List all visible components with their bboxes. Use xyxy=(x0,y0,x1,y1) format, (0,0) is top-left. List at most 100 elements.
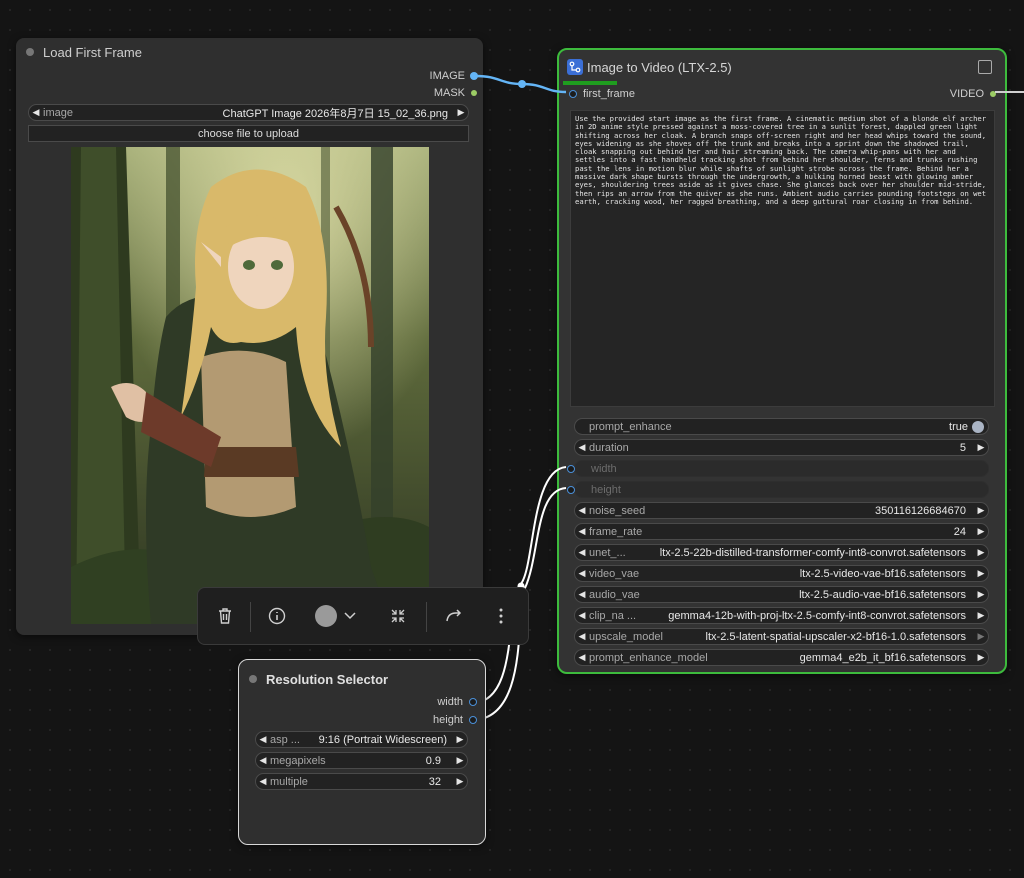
info-icon xyxy=(268,607,286,625)
multiple-stepper[interactable]: ◀ multiple 32 ▶ xyxy=(255,773,468,790)
megapixels-stepper[interactable]: ◀ megapixels 0.9 ▶ xyxy=(255,752,468,769)
widget-label: upscale_model xyxy=(589,630,663,643)
subgraph-icon xyxy=(567,59,583,75)
widget-value: 9:16 (Portrait Widescreen) xyxy=(318,733,447,746)
bypass-button[interactable] xyxy=(441,602,467,630)
arrow-right-icon[interactable]: ▶ xyxy=(454,107,468,118)
arrow-right-icon[interactable]: ▶ xyxy=(974,547,988,558)
output-label: height xyxy=(433,714,463,726)
expand-icon[interactable] xyxy=(978,60,992,74)
elf-archer-image xyxy=(71,147,429,624)
prompt-textarea[interactable]: Use the provided start image as the firs… xyxy=(570,110,995,407)
width-wire xyxy=(471,466,567,704)
arrow-left-icon[interactable]: ◀ xyxy=(575,589,589,600)
node-title: Load First Frame xyxy=(43,44,142,60)
arrow-left-icon[interactable]: ◀ xyxy=(575,526,589,537)
arrow-right-icon[interactable]: ▶ xyxy=(974,442,988,453)
duration-stepper[interactable]: ◀ duration 5 ▶ xyxy=(574,439,989,456)
color-picker-button[interactable] xyxy=(310,602,362,630)
more-options-button[interactable] xyxy=(488,602,514,630)
collapse-dot-icon[interactable] xyxy=(249,675,257,683)
output-slot-icon[interactable] xyxy=(469,698,477,706)
input-slot-icon[interactable] xyxy=(567,486,575,494)
arrow-right-icon[interactable]: ▶ xyxy=(974,526,988,537)
noise-seed-stepper[interactable]: ◀ noise_seed 350116126684670 ▶ xyxy=(574,502,989,519)
output-height[interactable]: height xyxy=(433,714,477,726)
info-button[interactable] xyxy=(264,602,290,630)
arrow-right-icon[interactable]: ▶ xyxy=(974,505,988,516)
input-slot-icon[interactable] xyxy=(569,90,577,98)
arrow-left-icon[interactable]: ◀ xyxy=(575,631,589,642)
arrow-left-icon[interactable]: ◀ xyxy=(575,610,589,621)
widget-label: clip_na ... xyxy=(589,609,637,622)
widget-label: unet_... xyxy=(589,546,626,559)
arrow-right-icon[interactable]: ▶ xyxy=(974,610,988,621)
prompt-enhance-toggle[interactable]: prompt_enhance true xyxy=(574,418,989,435)
image-to-video-node[interactable]: Image to Video (LTX-2.5) first_frame VID… xyxy=(557,48,1007,674)
arrow-left-icon[interactable]: ◀ xyxy=(575,568,589,579)
load-first-frame-node[interactable]: Load First Frame IMAGE MASK ◀ image Chat… xyxy=(16,38,483,635)
output-image[interactable]: IMAGE xyxy=(430,70,477,82)
output-width[interactable]: width xyxy=(437,696,477,708)
widget-label: megapixels xyxy=(270,754,326,767)
output-label: MASK xyxy=(433,87,465,99)
node-header[interactable]: Resolution Selector xyxy=(239,660,485,692)
collapse-button[interactable] xyxy=(385,602,411,630)
image-combo[interactable]: ◀ image ChatGPT Image 2026年8月7日 15_02_36… xyxy=(28,104,469,121)
prompt-enhance-model-combo[interactable]: ◀ prompt_enhance_model gemma4_e2b_it_bf1… xyxy=(574,649,989,666)
arrow-left-icon[interactable]: ◀ xyxy=(256,734,270,745)
delete-button[interactable] xyxy=(212,602,238,630)
arrow-left-icon[interactable]: ◀ xyxy=(575,652,589,663)
collapse-dot-icon[interactable] xyxy=(26,48,34,56)
resolution-selector-node[interactable]: Resolution Selector width height ◀ asp .… xyxy=(238,659,486,845)
widget-value: 32 xyxy=(428,775,441,788)
node-header[interactable]: Image to Video (LTX-2.5) xyxy=(567,59,732,75)
output-mask[interactable]: MASK xyxy=(434,87,477,99)
output-slot-icon[interactable] xyxy=(469,716,477,724)
clip-combo[interactable]: ◀ clip_na ... gemma4-12b-with-proj-ltx-2… xyxy=(574,607,989,624)
upscale-model-combo[interactable]: ◀ upscale_model ltx-2.5-latent-spatial-u… xyxy=(574,628,989,645)
output-slot-icon[interactable] xyxy=(471,90,477,96)
arrow-right-icon[interactable]: ▶ xyxy=(974,589,988,600)
audio-vae-combo[interactable]: ◀ audio_vae ltx-2.5-audio-vae-bf16.safet… xyxy=(574,586,989,603)
output-video[interactable]: VIDEO xyxy=(950,88,996,100)
widget-value: ltx-2.5-audio-vae-bf16.safetensors xyxy=(799,588,966,601)
widget-label: prompt_enhance xyxy=(589,420,672,433)
arrow-left-icon[interactable]: ◀ xyxy=(575,547,589,558)
widget-label: height xyxy=(591,483,621,496)
arrow-right-icon[interactable]: ▶ xyxy=(974,631,988,642)
wire-reroute-dot xyxy=(518,80,526,88)
image-wire xyxy=(475,74,567,94)
arrow-right-icon[interactable]: ▶ xyxy=(974,568,988,579)
widget-value: 0.9 xyxy=(425,754,441,767)
arrow-left-icon[interactable]: ◀ xyxy=(575,442,589,453)
widget-value: ChatGPT Image 2026年8月7日 15_02_36.png xyxy=(222,107,448,120)
input-first-frame[interactable]: first_frame xyxy=(569,88,635,100)
arrow-left-icon[interactable]: ◀ xyxy=(256,776,270,787)
output-slot-icon[interactable] xyxy=(471,73,477,79)
arrow-left-icon[interactable]: ◀ xyxy=(29,107,43,118)
arrow-left-icon[interactable]: ◀ xyxy=(256,755,270,766)
arrow-right-icon[interactable]: ▶ xyxy=(453,755,467,766)
upload-button[interactable]: choose file to upload xyxy=(28,125,469,142)
toggle-knob-icon[interactable] xyxy=(972,420,984,433)
arrow-right-icon[interactable]: ▶ xyxy=(453,776,467,787)
arrow-right-icon[interactable]: ▶ xyxy=(974,652,988,663)
arrow-right-icon[interactable]: ▶ xyxy=(453,734,467,745)
frame-rate-stepper[interactable]: ◀ frame_rate 24 ▶ xyxy=(574,523,989,540)
output-slot-icon[interactable] xyxy=(990,91,996,97)
width-input-linked: width xyxy=(574,460,989,477)
widget-value: 5 xyxy=(959,441,966,454)
widget-value: true xyxy=(949,420,968,433)
widget-label: audio_vae xyxy=(589,588,640,601)
node-header[interactable]: Load First Frame xyxy=(16,38,483,64)
height-input-linked: height xyxy=(574,481,989,498)
redo-arrow-icon xyxy=(446,609,462,622)
video-vae-combo[interactable]: ◀ video_vae ltx-2.5-video-vae-bf16.safet… xyxy=(574,565,989,582)
unet-combo[interactable]: ◀ unet_... ltx-2.5-22b-distilled-transfo… xyxy=(574,544,989,561)
arrow-left-icon[interactable]: ◀ xyxy=(575,505,589,516)
aspect-ratio-combo[interactable]: ◀ asp ... 9:16 (Portrait Widescreen) ▶ xyxy=(255,731,468,748)
widget-label: duration xyxy=(589,441,629,454)
input-slot-icon[interactable] xyxy=(567,465,575,473)
widget-value: 24 xyxy=(953,525,966,538)
